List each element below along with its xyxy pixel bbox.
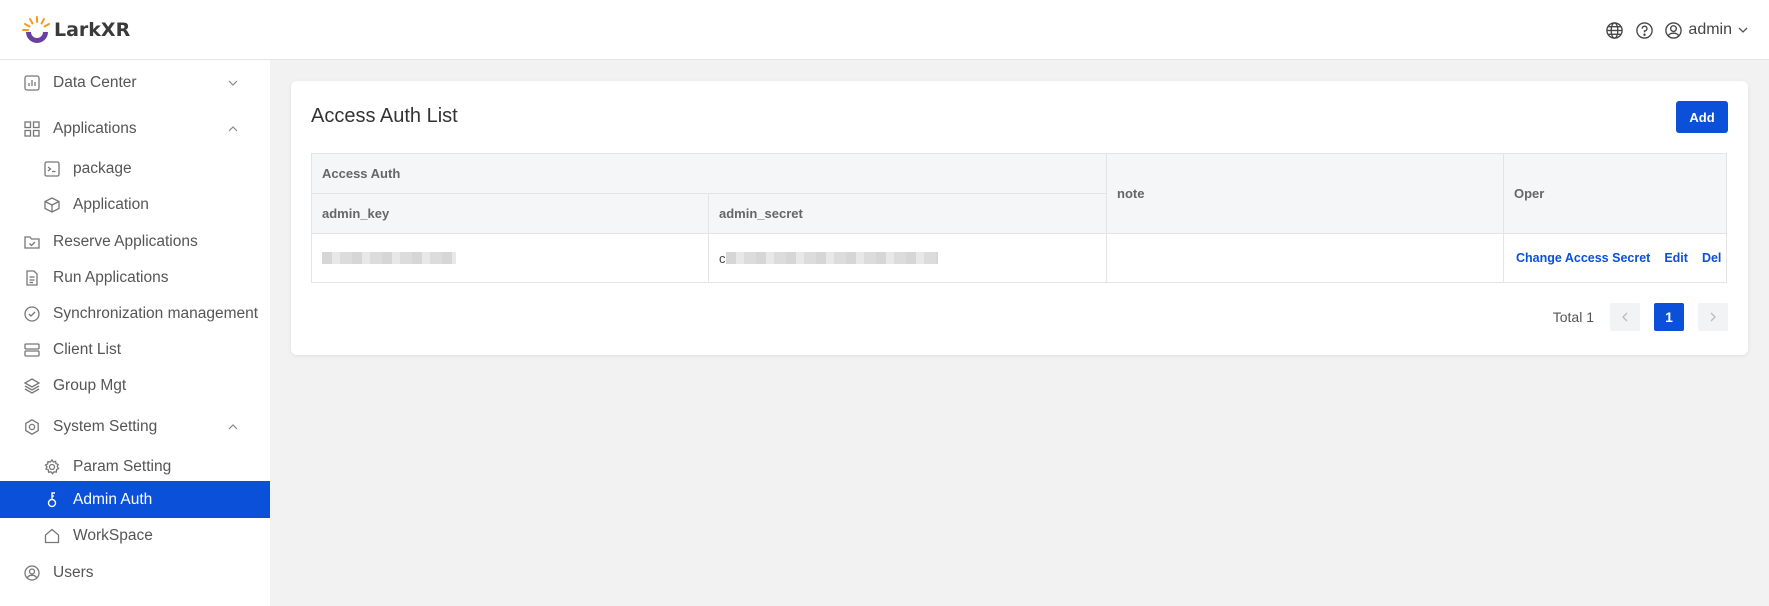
page-number-current[interactable]: 1 [1654, 303, 1684, 331]
sidebar-item-system-setting[interactable]: System Setting [0, 409, 270, 445]
sidebar-item-workspace[interactable]: WorkSpace [0, 518, 270, 554]
column-group-header: Access Auth [312, 154, 1107, 194]
column-header-admin-key: admin_key [312, 194, 709, 234]
pagination: Total 1 1 [1553, 303, 1728, 331]
user-name: admin [1688, 21, 1732, 38]
change-access-secret-link[interactable]: Change Access Secret [1516, 251, 1650, 265]
sidebar-item-label: Reserve Applications [53, 233, 198, 250]
sidebar-item-label: WorkSpace [73, 527, 153, 544]
sidebar-item-label: Users [53, 564, 94, 581]
sidebar-item-reserve-applications[interactable]: Reserve Applications [0, 224, 270, 260]
access-auth-card: Access Auth List Add Access Auth admin_k… [291, 81, 1748, 355]
sidebar-item-label: Applications [53, 120, 137, 137]
larkxr-logo[interactable]: LarkXR [20, 14, 130, 46]
chevron-down-icon [1738, 27, 1748, 33]
sidebar-item-param-setting[interactable]: Param Setting [0, 449, 270, 485]
user-menu[interactable]: admin [1664, 21, 1749, 40]
chevron-up-icon [226, 122, 240, 136]
help-icon[interactable] [1634, 20, 1654, 40]
chevron-up-icon [226, 420, 240, 434]
sidebar-item-client-list[interactable]: Client List [0, 332, 270, 368]
table-cell-oper: Change Access Secret Edit Del [1504, 234, 1726, 282]
sidebar-item-label: Synchronization management [53, 305, 259, 322]
sidebar-item-label: Run Applications [53, 269, 169, 286]
chevron-right-icon [1710, 312, 1716, 322]
sidebar-item-application[interactable]: Application [0, 187, 270, 223]
edit-link[interactable]: Edit [1664, 251, 1688, 265]
terminal-icon [42, 160, 61, 179]
grid-icon [22, 120, 41, 139]
chart-icon [22, 74, 41, 93]
sidebar-item-data-center[interactable]: Data Center [0, 65, 270, 101]
user-avatar-icon [1665, 21, 1683, 39]
add-button[interactable]: Add [1676, 101, 1728, 133]
redacted-value [322, 252, 456, 264]
sidebar-item-synchronization-management[interactable]: Synchronization management [0, 296, 270, 332]
globe-icon[interactable] [1604, 20, 1624, 40]
sidebar-item-label: Client List [53, 341, 122, 358]
sidebar-item-label: package [73, 160, 132, 177]
document-icon [22, 269, 41, 288]
server-icon [22, 341, 41, 360]
column-header-note: note [1107, 154, 1504, 234]
check-circle-icon [22, 305, 41, 324]
delete-link[interactable]: Del [1702, 251, 1721, 265]
calendar-icon [22, 233, 41, 252]
sidebar-item-label: Data Center [53, 74, 137, 91]
gear-icon [42, 458, 61, 477]
settings-icon [22, 418, 41, 437]
next-page-button[interactable] [1698, 303, 1728, 331]
sidebar-item-label: Group Mgt [53, 377, 127, 394]
total-count: Total 1 [1552, 309, 1594, 325]
sidebar-item-label: Param Setting [73, 458, 172, 475]
cube-icon [42, 196, 61, 215]
layers-icon [22, 377, 41, 396]
key-icon [42, 490, 61, 509]
sidebar-item-label: Admin Auth [73, 490, 153, 508]
chevron-left-icon [1622, 312, 1628, 322]
logo-text: LarkXR [54, 19, 131, 41]
sidebar-item-label: Application [73, 196, 149, 213]
page-title: Access Auth List [311, 105, 458, 127]
header-actions: admin [1604, 18, 1749, 42]
table-cell-admin-secret: c [709, 234, 1107, 282]
access-auth-table: Access Auth admin_key admin_secret note … [311, 153, 1727, 283]
prev-page-button[interactable] [1610, 303, 1640, 331]
chevron-down-icon [226, 76, 240, 90]
user-icon [22, 564, 41, 583]
sidebar-item-package[interactable]: package [0, 151, 270, 187]
sidebar-item-group-mgt[interactable]: Group Mgt [0, 368, 270, 404]
sidebar-item-admin-auth[interactable]: Admin Auth [0, 481, 270, 518]
column-header-admin-secret: admin_secret [709, 194, 1107, 234]
sidebar-item-applications[interactable]: Applications [0, 111, 270, 147]
sidebar-item-label: System Setting [53, 418, 158, 435]
table-cell-note [1107, 234, 1504, 282]
column-header-oper: Oper [1504, 154, 1726, 234]
top-header: LarkXR admin [0, 0, 1769, 60]
sidebar: Data Center Applications package Applica… [0, 60, 270, 606]
home-icon [42, 527, 61, 546]
sidebar-item-users[interactable]: Users [0, 555, 270, 591]
logo-icon [22, 16, 50, 43]
redacted-value [725, 252, 938, 264]
sidebar-item-run-applications[interactable]: Run Applications [0, 260, 270, 296]
table-cell-admin-key [312, 234, 709, 282]
